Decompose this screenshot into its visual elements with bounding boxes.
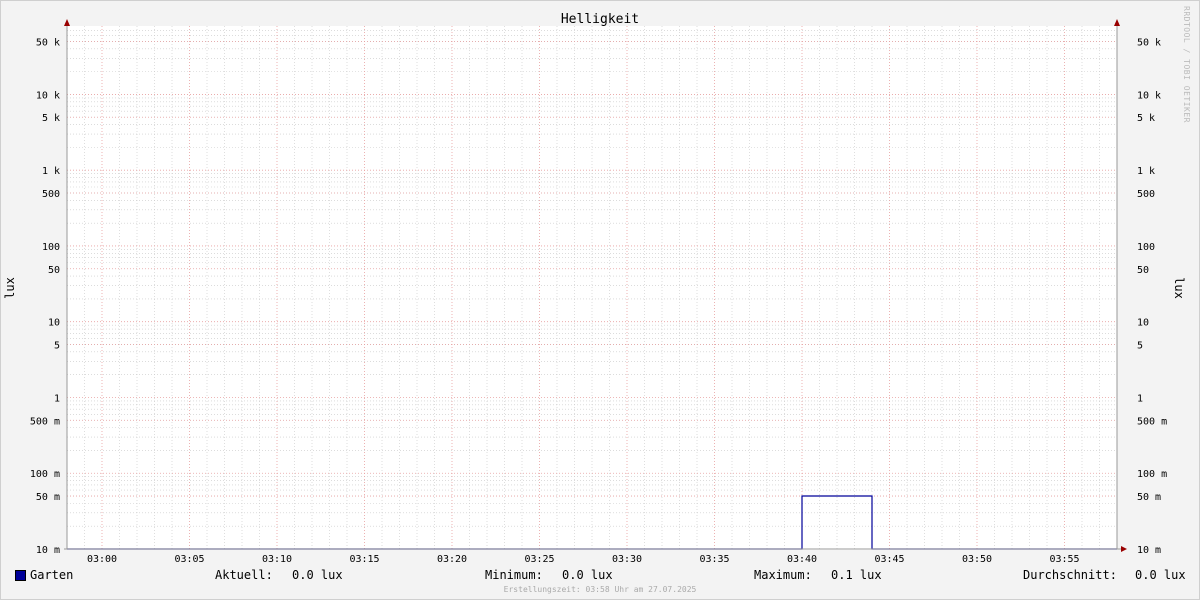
- x-tick-label: 03:45: [874, 554, 904, 565]
- x-tick-label: 03:05: [174, 554, 204, 565]
- y-tick-label-right: 5 k: [1137, 113, 1155, 124]
- y-tick-label-right: 50: [1137, 265, 1149, 276]
- y-tick-label-left: 1 k: [42, 166, 60, 177]
- y-tick-label-right: 100 m: [1137, 469, 1167, 480]
- y-tick-label-right: 500 m: [1137, 416, 1167, 427]
- y-tick-label-right: 50 k: [1137, 37, 1161, 48]
- y-tick-label-left: 10 m: [36, 545, 60, 556]
- legend-durchschnitt-value: 0.0 lux: [1135, 568, 1186, 582]
- y-tick-label-left: 50 k: [36, 37, 60, 48]
- y-tick-label-right: 10 m: [1137, 545, 1161, 556]
- y-tick-label-right: 500: [1137, 189, 1155, 200]
- y-tick-label-right: 10 k: [1137, 90, 1161, 101]
- x-tick-label: 03:20: [437, 554, 467, 565]
- legend-aktuell-value: 0.0 lux: [292, 568, 343, 582]
- y-tick-label-right: 100: [1137, 242, 1155, 253]
- x-axis-arrow-icon: [1121, 546, 1127, 552]
- footer-timestamp: Erstellungszeit: 03:58 Uhr am 27.07.2025: [503, 585, 697, 594]
- x-tick-label: 03:25: [524, 554, 554, 565]
- y-tick-label-left: 500 m: [30, 416, 60, 427]
- legend-swatch: [15, 570, 26, 581]
- x-tick-label: 03:40: [787, 554, 817, 565]
- y-tick-label-left: 500: [42, 189, 60, 200]
- y-tick-label-left: 100: [42, 242, 60, 253]
- y-tick-label-left: 10: [48, 318, 60, 329]
- y-tick-label-left: 10 k: [36, 90, 60, 101]
- legend-series-name: Garten: [30, 568, 74, 582]
- legend-durchschnitt-label: Durchschnitt:: [1023, 568, 1117, 582]
- legend-maximum-label: Maximum:: [754, 568, 812, 582]
- x-tick-label: 03:10: [262, 554, 292, 565]
- y-tick-label-left: 5 k: [42, 113, 60, 124]
- x-tick-label: 03:00: [87, 554, 117, 565]
- legend-maximum-value: 0.1 lux: [831, 568, 882, 582]
- y-axis-label-right: lux: [1172, 277, 1186, 299]
- y-tick-label-left: 50: [48, 265, 60, 276]
- y-tick-label-left: 100 m: [30, 469, 60, 480]
- legend-minimum-value: 0.0 lux: [562, 568, 613, 582]
- legend-aktuell-label: Aktuell:: [215, 568, 273, 582]
- chart-title: Helligkeit: [561, 12, 639, 27]
- x-tick-label: 03:50: [962, 554, 992, 565]
- watermark: RRDTOOL / TOBI OETIKER: [1182, 6, 1191, 123]
- y-tick-label-right: 1 k: [1137, 166, 1155, 177]
- y-tick-label-right: 5: [1137, 341, 1143, 352]
- y-axis-left-arrow-icon: [64, 19, 70, 26]
- x-tick-label: 03:55: [1049, 554, 1079, 565]
- y-tick-label-right: 10: [1137, 318, 1149, 329]
- x-tick-label: 03:35: [699, 554, 729, 565]
- y-tick-label-right: 50 m: [1137, 492, 1161, 503]
- x-tick-label: 03:15: [349, 554, 379, 565]
- chart: 03:00 03:05 03:10 03:15 03:20 03:25 03:30 03:35…: [3, 12, 1186, 565]
- y-tick-label-left: 50 m: [36, 492, 60, 503]
- x-tick-label: 03:30: [612, 554, 642, 565]
- y-tick-label-left: 1: [54, 393, 60, 404]
- y-axis-right-arrow-icon: [1114, 19, 1120, 26]
- y-tick-label-left: 5: [54, 341, 60, 352]
- y-axis-label-left: lux: [3, 277, 17, 299]
- y-tick-label-right: 1: [1137, 393, 1143, 404]
- legend-minimum-label: Minimum:: [485, 568, 543, 582]
